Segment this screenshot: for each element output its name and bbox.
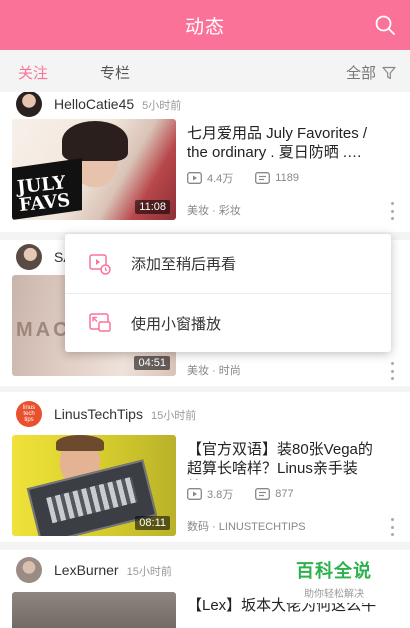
video-thumbnail[interactable]: 08:11 bbox=[12, 435, 176, 536]
play-count-icon bbox=[187, 172, 202, 184]
search-icon[interactable] bbox=[374, 14, 396, 36]
watch-later-label: 添加至稍后再看 bbox=[131, 256, 237, 273]
video-title[interactable]: 【官方双语】装80张Vega的超算长啥样？Linus亲手装给… bbox=[187, 440, 387, 480]
tab-follow[interactable]: 关注 bbox=[18, 62, 48, 83]
play-count: 4.4万 bbox=[207, 173, 234, 185]
avatar[interactable]: linus tech tips bbox=[16, 401, 42, 427]
more-options-popup: 添加至稍后再看 使用小窗播放 bbox=[65, 234, 391, 352]
tab-bar: 关注 专栏 全部 bbox=[0, 50, 410, 92]
video-tags[interactable]: 数码 · LINUSTECHTIPS bbox=[187, 518, 306, 534]
danmaku-icon bbox=[255, 488, 271, 500]
post-time: 15小时前 bbox=[150, 409, 197, 422]
post-time: 5小时前 bbox=[142, 99, 182, 112]
danmaku-count: 877 bbox=[275, 488, 294, 500]
filter-all-button[interactable]: 全部 bbox=[346, 62, 396, 83]
feed-card[interactable]: HelloCatie45 5小时前 JULY FAVS 11:08 七月爱用品 J… bbox=[0, 92, 410, 232]
thumb-hair bbox=[62, 121, 128, 161]
mini-player-option[interactable]: 使用小窗播放 bbox=[65, 293, 391, 352]
danmaku-count: 1189 bbox=[275, 172, 299, 184]
avatar[interactable] bbox=[16, 92, 42, 117]
mini-player-icon bbox=[89, 313, 111, 332]
watermark-title: 百科全说 bbox=[296, 560, 372, 581]
uploader-name[interactable]: LexBurner 15小时前 bbox=[54, 562, 172, 579]
tab-column[interactable]: 专栏 bbox=[100, 62, 130, 83]
more-options-icon[interactable] bbox=[389, 518, 395, 536]
video-thumbnail[interactable] bbox=[12, 592, 176, 628]
watch-later-icon bbox=[89, 253, 111, 275]
avatar[interactable] bbox=[16, 557, 42, 583]
uploader-name[interactable]: LinusTechTips 15小时前 bbox=[54, 406, 196, 423]
video-duration: 11:08 bbox=[135, 200, 170, 214]
video-stats: 4.4万 1189 bbox=[187, 170, 299, 186]
thumb-text: JULY FAVS bbox=[16, 172, 72, 217]
watermark-logo: 百科全说 助你轻松解决 bbox=[282, 553, 386, 603]
video-tags[interactable]: 美妆 · 彩妆 bbox=[187, 202, 241, 218]
uploader-name[interactable]: HelloCatie45 5小时前 bbox=[54, 96, 181, 113]
video-thumbnail[interactable]: JULY FAVS 11:08 bbox=[12, 119, 176, 220]
more-options-icon[interactable] bbox=[389, 362, 395, 380]
mini-player-label: 使用小窗播放 bbox=[131, 315, 222, 333]
card-header: linus tech tips LinusTechTips 15小时前 bbox=[0, 400, 410, 428]
feed-list: HelloCatie45 5小时前 JULY FAVS 11:08 七月爱用品 J… bbox=[0, 92, 410, 628]
feed-card[interactable]: linus tech tips LinusTechTips 15小时前 08:11… bbox=[0, 392, 410, 542]
watch-later-option[interactable]: 添加至稍后再看 bbox=[65, 234, 391, 293]
app-header: 动态 bbox=[0, 0, 410, 50]
danmaku-icon bbox=[255, 172, 271, 184]
video-stats: 3.8万 877 bbox=[187, 486, 294, 502]
video-tags[interactable]: 美妆 · 时尚 bbox=[187, 362, 241, 378]
watermark-subtitle: 助你轻松解决 bbox=[304, 588, 364, 600]
filter-icon bbox=[382, 66, 396, 79]
more-options-icon[interactable] bbox=[389, 202, 395, 220]
video-duration: 04:51 bbox=[134, 356, 170, 370]
play-count: 3.8万 bbox=[207, 489, 234, 501]
video-duration: 08:11 bbox=[135, 516, 170, 530]
play-count-icon bbox=[187, 488, 202, 500]
thumb-hair bbox=[56, 435, 104, 451]
thumb-text: MAC bbox=[16, 319, 71, 341]
avatar[interactable] bbox=[16, 244, 42, 270]
page-title: 动态 bbox=[184, 16, 225, 38]
filter-label: 全部 bbox=[345, 65, 376, 82]
video-title[interactable]: 七月爱用品 July Favorites / the ordinary . 夏日… bbox=[187, 124, 387, 164]
card-header: HelloCatie45 5小时前 bbox=[0, 92, 410, 118]
post-time: 15小时前 bbox=[126, 565, 172, 578]
